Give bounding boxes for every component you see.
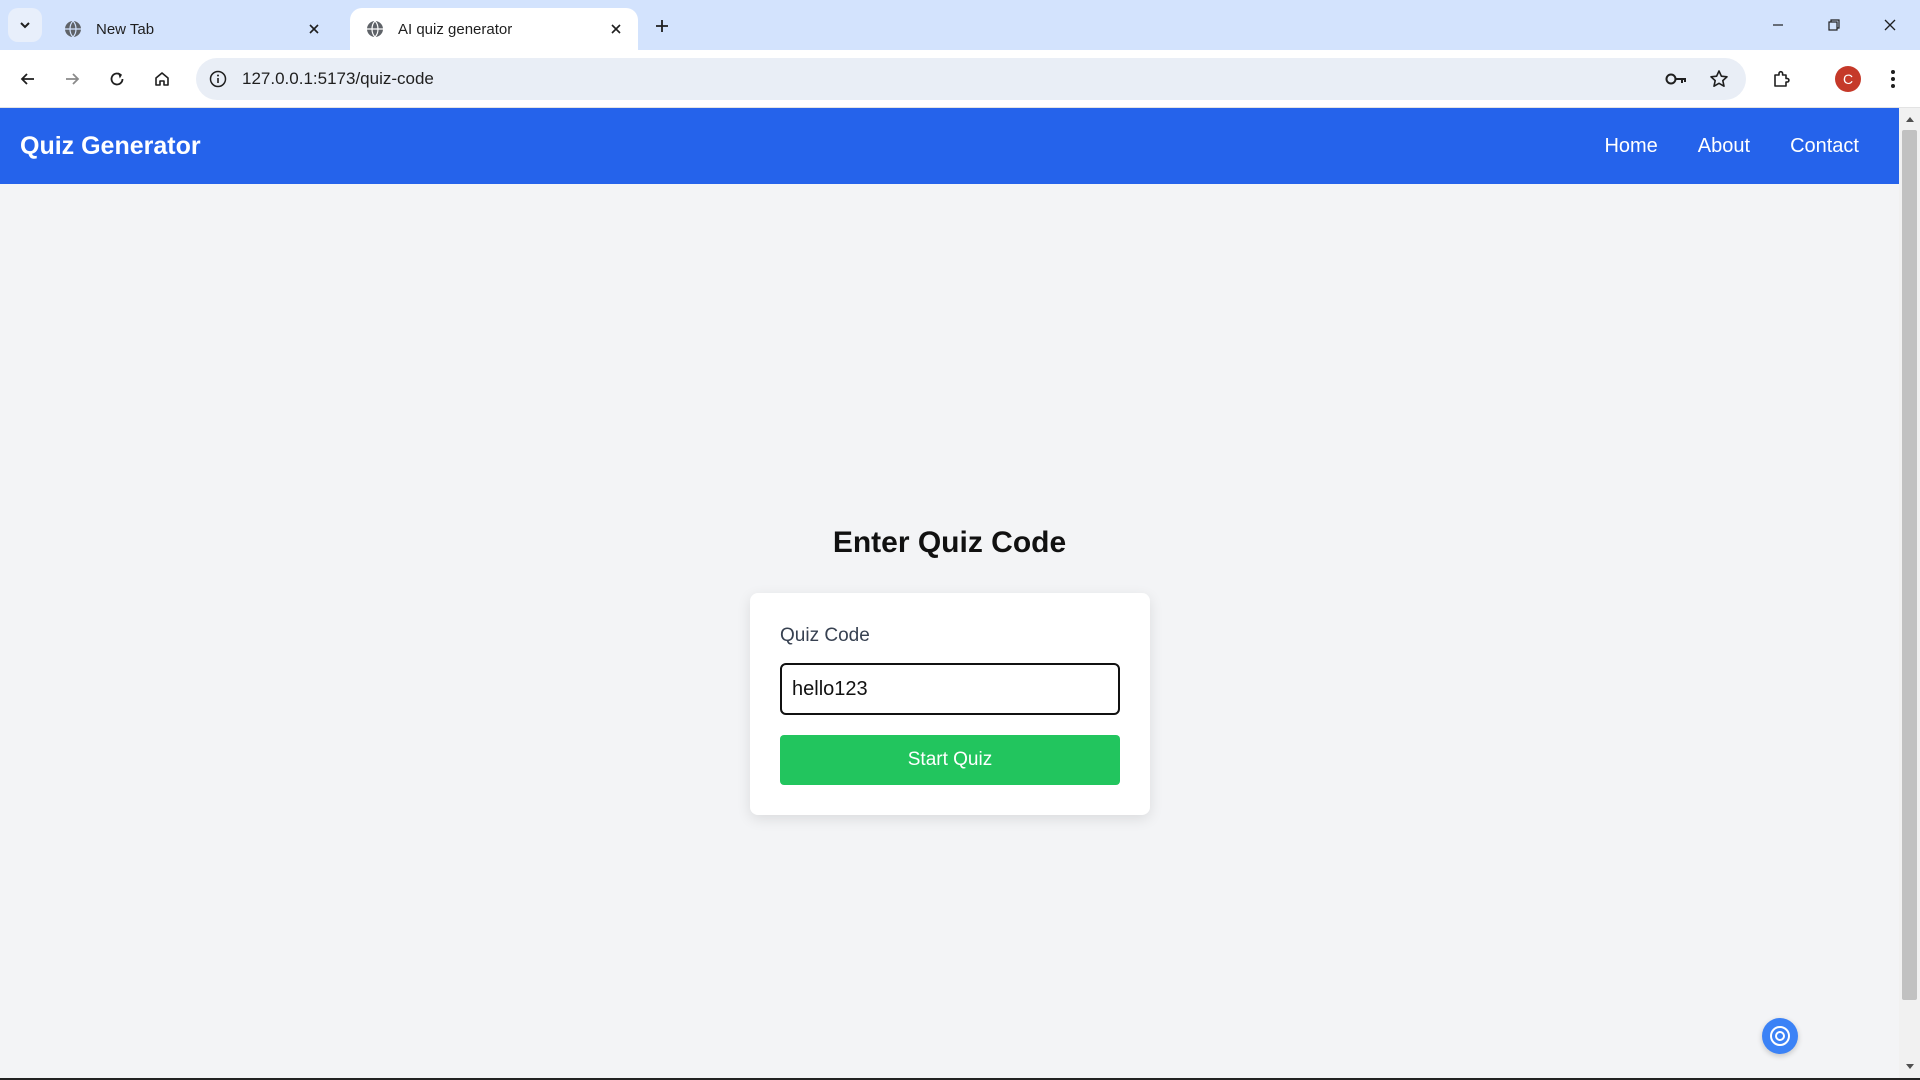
scroll-up-arrow-icon[interactable] [1903,112,1916,126]
new-tab-button[interactable] [648,12,676,40]
address-bar[interactable]: 127.0.0.1:5173/quiz-code [196,58,1746,100]
plus-icon [656,20,668,32]
globe-icon [65,20,81,38]
close-icon [1884,19,1896,31]
more-vertical-icon [1891,70,1895,88]
reload-icon [110,72,124,86]
scrollbar-thumb[interactable] [1902,130,1917,1000]
tab-new-tab[interactable]: New Tab [48,8,336,50]
arrow-right-icon [66,73,80,85]
close-window-button[interactable] [1870,8,1910,42]
scroll-down-arrow-icon[interactable] [1903,1060,1916,1074]
site-info-icon[interactable] [206,67,230,91]
nav-link-home[interactable]: Home [1604,135,1657,158]
target-icon [1770,1026,1790,1046]
brand-title[interactable]: Quiz Generator [20,132,201,161]
assistant-widget-button[interactable] [1762,1018,1798,1054]
browser-tab-strip: New Tab AI quiz generator [0,0,1920,50]
start-quiz-button[interactable]: Start Quiz [780,735,1120,785]
tab-ai-quiz-generator[interactable]: AI quiz generator [350,8,638,50]
tab-title: New Tab [96,20,155,38]
back-button[interactable] [12,63,44,95]
arrow-left-icon [20,73,34,85]
close-icon[interactable] [606,19,626,39]
site-navbar: Quiz Generator Home About Contact [0,108,1899,184]
globe-icon [367,20,383,38]
profile-avatar[interactable]: C [1835,66,1861,92]
reload-button[interactable] [101,63,133,95]
nav-links: Home About Contact [1604,135,1859,158]
quiz-code-label: Quiz Code [780,625,870,646]
nav-link-contact[interactable]: Contact [1790,135,1859,158]
password-key-icon[interactable] [1664,66,1690,92]
quiz-code-input[interactable] [780,663,1120,715]
close-icon[interactable] [304,19,324,39]
home-button[interactable] [146,63,178,95]
puzzle-icon [1774,70,1790,87]
home-icon [155,72,169,86]
browser-toolbar: 127.0.0.1:5173/quiz-code C [0,50,1920,108]
nav-link-about[interactable]: About [1698,135,1750,158]
restore-icon [1828,19,1840,31]
browser-menu-button[interactable] [1877,63,1909,95]
extensions-button[interactable] [1765,63,1797,95]
star-icon[interactable] [1706,66,1732,92]
tab-title: AI quiz generator [398,20,513,38]
tab-search-button[interactable] [8,8,42,42]
avatar-initial: C [1842,71,1854,87]
quiz-code-card: Quiz Code Start Quiz [750,593,1150,815]
restore-button[interactable] [1814,8,1854,42]
vertical-scrollbar[interactable] [1899,108,1920,1078]
minimize-icon [1773,24,1783,26]
url-text[interactable]: 127.0.0.1:5173/quiz-code [242,69,434,89]
page-title: Enter Quiz Code [832,526,1067,559]
page-viewport: Quiz Generator Home About Contact Enter … [0,108,1899,1078]
minimize-button[interactable] [1758,8,1798,42]
chevron-down-icon [20,22,30,29]
forward-button[interactable] [56,63,88,95]
